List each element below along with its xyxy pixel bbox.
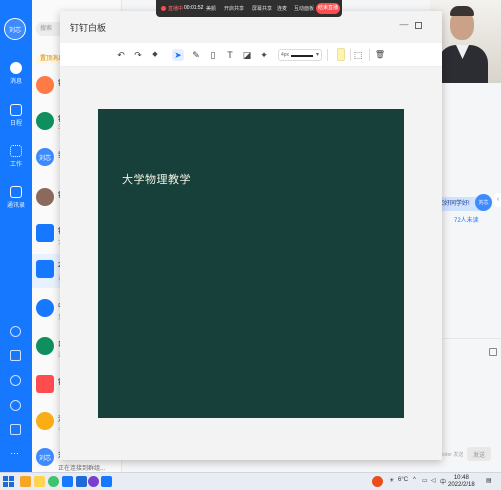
select-cursor-icon[interactable]: ➤ bbox=[172, 49, 184, 61]
app-icon[interactable] bbox=[76, 476, 87, 487]
chevron-down-icon: ▾ bbox=[316, 52, 320, 58]
read-status[interactable]: 72人未读 bbox=[454, 215, 479, 224]
pen-icon[interactable]: ✎ bbox=[190, 49, 202, 61]
stroke-preview bbox=[291, 55, 313, 57]
eraser-icon[interactable]: ◆ bbox=[149, 49, 161, 61]
live-dot-icon bbox=[161, 6, 166, 11]
mail-icon[interactable] bbox=[10, 424, 21, 435]
network-icon[interactable]: ▭ bbox=[422, 477, 428, 484]
cube-icon[interactable] bbox=[10, 350, 21, 361]
shape-icon[interactable]: ◪ bbox=[241, 49, 253, 61]
phone-icon[interactable] bbox=[10, 375, 21, 386]
interaction-panel-button[interactable]: 互动面板 bbox=[294, 5, 314, 12]
conversation-avatar bbox=[36, 112, 54, 130]
fill-icon[interactable]: ⬚ bbox=[352, 49, 364, 61]
sidebar-item-label: 日程 bbox=[9, 121, 22, 127]
system-clock[interactable]: 10:48 2022/2/18 bbox=[448, 475, 475, 489]
send-button[interactable]: 发送 bbox=[467, 447, 491, 461]
sidebar-item-work[interactable]: 工作 bbox=[0, 145, 32, 168]
input-language[interactable]: 中 bbox=[440, 477, 446, 486]
presenter-hair bbox=[450, 6, 474, 16]
whiteboard-canvas[interactable]: 大学物理教学 bbox=[98, 109, 404, 418]
maximize-button[interactable] bbox=[415, 22, 422, 29]
conversation-avatar bbox=[36, 224, 54, 242]
beauty-button[interactable]: 美颜 bbox=[206, 5, 216, 12]
conversation-avatar bbox=[36, 188, 54, 206]
share-toggle-button[interactable]: 开启共享 bbox=[224, 5, 244, 12]
minimize-button[interactable]: — bbox=[399, 19, 409, 29]
redo-icon[interactable]: ↷ bbox=[132, 49, 144, 61]
windows-start-icon[interactable] bbox=[3, 476, 14, 487]
live-timer: 00:01:52 bbox=[184, 5, 204, 11]
calendar-icon bbox=[10, 104, 22, 116]
conversation-avatar bbox=[36, 76, 54, 94]
clock-time: 10:48 bbox=[453, 475, 469, 481]
wechat-icon[interactable] bbox=[48, 476, 59, 487]
dingtalk-icon[interactable] bbox=[62, 476, 73, 487]
sidebar-item-label: 工作 bbox=[9, 162, 22, 168]
co-host-button[interactable]: 连麦 bbox=[277, 5, 287, 12]
laser-pointer-icon[interactable]: ✦ bbox=[258, 49, 270, 61]
lightning-icon[interactable] bbox=[10, 326, 21, 337]
clock-date: 2022/2/18 bbox=[448, 482, 475, 488]
color-swatch[interactable] bbox=[337, 48, 345, 61]
toolbar-divider bbox=[350, 49, 351, 61]
app-sidebar: 刘芯 消息 日程 工作 通讯录 ··· bbox=[0, 0, 32, 472]
board-text[interactable]: 大学物理教学 bbox=[120, 169, 193, 189]
folder-icon[interactable] bbox=[34, 476, 45, 487]
sender-avatar[interactable]: 刘芯 bbox=[475, 194, 492, 211]
stroke-size-select[interactable]: 4px ▾ bbox=[278, 49, 322, 61]
whiteboard-toolbar: ↶ ↷ ◆ ➤ ✎ ▯ T ◪ ✦ 4px ▾ ⬚ 🗑 bbox=[60, 43, 442, 67]
app-icon[interactable] bbox=[88, 476, 99, 487]
window-title: 钉钉白板 bbox=[70, 23, 107, 33]
conversation-avatar bbox=[36, 375, 54, 393]
user-avatar[interactable]: 刘芯 bbox=[4, 18, 26, 40]
highlighter-icon[interactable]: ▯ bbox=[207, 49, 219, 61]
conversation-avatar bbox=[36, 412, 54, 430]
antivirus-tray-icon[interactable] bbox=[372, 476, 383, 487]
conversation-avatar: 刘芯 bbox=[36, 148, 54, 166]
conversation-avatar bbox=[36, 299, 54, 317]
collapse-chevron-icon[interactable]: ‹ bbox=[494, 193, 501, 207]
sidebar-item-label: 通讯录 bbox=[6, 203, 25, 209]
message-icon bbox=[10, 62, 22, 74]
sidebar-item-calendar[interactable]: 日程 bbox=[0, 104, 32, 127]
contacts-icon bbox=[10, 186, 22, 198]
cloud-icon[interactable] bbox=[10, 400, 21, 411]
explorer-icon[interactable] bbox=[20, 476, 31, 487]
live-control-bar: 直播中 00:01:52 美颜 开启共享 屏幕共享 连麦 互动面板 结束直播 bbox=[156, 0, 342, 17]
sidebar-item-contacts[interactable]: 通讯录 bbox=[0, 186, 32, 209]
stroke-size-label: 4px bbox=[281, 52, 290, 58]
more-icon[interactable]: ··· bbox=[10, 448, 19, 458]
weather-icon[interactable]: ☀ bbox=[389, 477, 394, 484]
expand-icon[interactable] bbox=[489, 348, 497, 356]
toolbar-divider bbox=[327, 49, 328, 61]
trash-icon[interactable]: 🗑 bbox=[374, 49, 386, 61]
undo-icon[interactable]: ↶ bbox=[115, 49, 127, 61]
text-tool-icon[interactable]: T bbox=[224, 49, 236, 61]
live-label: 直播中 bbox=[168, 6, 184, 12]
dingtalk-window-icon[interactable] bbox=[101, 476, 112, 487]
sidebar-item-label: 消息 bbox=[9, 79, 22, 85]
notification-icon[interactable]: ▤ bbox=[486, 477, 492, 484]
conversation-avatar bbox=[36, 337, 54, 355]
volume-icon[interactable]: ◁ bbox=[431, 477, 436, 484]
tray-expand-icon[interactable]: ^ bbox=[413, 477, 416, 483]
whiteboard-window: 钉钉白板 — ↶ ↷ ◆ ➤ ✎ ▯ T ◪ ✦ 4px ▾ ⬚ 🗑 大学物理教… bbox=[60, 11, 442, 460]
end-live-button[interactable]: 结束直播 bbox=[316, 3, 340, 14]
screen: 刘芯 消息 日程 工作 通讯录 ··· 搜索 置顶消息 钉 bbox=[0, 0, 501, 490]
sidebar-item-messages[interactable]: 消息 bbox=[0, 62, 32, 85]
send-hint: Enter 发送 bbox=[440, 452, 464, 458]
conversation-avatar: 刘芯 bbox=[36, 448, 54, 466]
windows-taskbar: ☀ 6°C ^ ▭ ◁ 中 10:48 2022/2/18 ▤ bbox=[0, 472, 501, 490]
weather-temp[interactable]: 6°C bbox=[398, 477, 408, 483]
conversation-avatar bbox=[36, 260, 54, 278]
connection-status: 正在连接到群组... bbox=[58, 466, 106, 472]
screen-share-button[interactable]: 屏幕共享 bbox=[252, 5, 272, 12]
toolbar-divider bbox=[369, 49, 370, 61]
apps-grid-icon bbox=[10, 145, 22, 157]
